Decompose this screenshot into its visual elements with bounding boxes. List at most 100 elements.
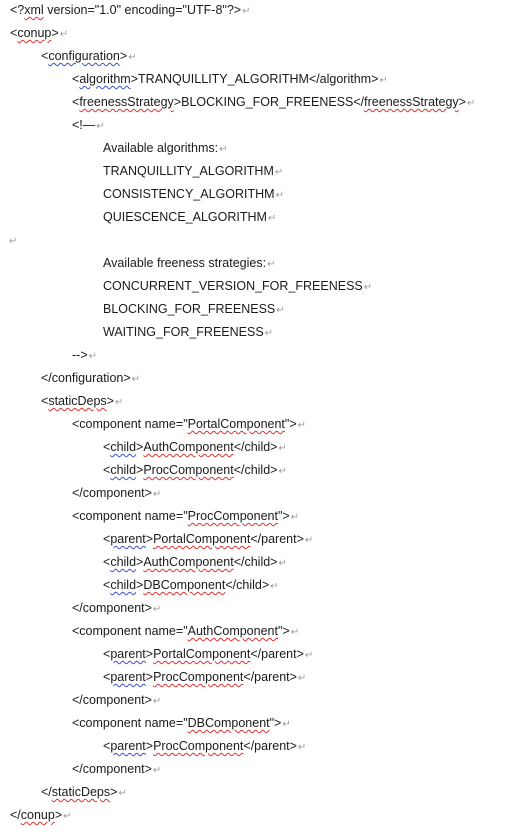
paragraph-mark-icon: ↵ xyxy=(466,98,476,109)
line-text: > xyxy=(51,26,59,40)
spellcheck-word: conup xyxy=(20,808,55,822)
document-line: </configuration>↵ xyxy=(41,369,140,387)
document-line: <conup>↵ xyxy=(10,24,68,42)
line-text: TRANQUILLITY_ALGORITHM xyxy=(103,164,274,178)
spellcheck-word: child xyxy=(110,555,137,569)
paragraph-mark-icon: ↵ xyxy=(278,466,287,477)
line-text: > xyxy=(145,739,154,753)
paragraph-mark-icon: ↵ xyxy=(297,742,307,753)
document-line: </component>↵ xyxy=(72,760,161,778)
line-text: > xyxy=(110,785,118,799)
paragraph-mark-icon: ↵ xyxy=(278,443,287,454)
line-text: QUIESCENCE_ALGORITHM xyxy=(103,210,267,224)
line-text: <? xyxy=(10,3,25,17)
paragraph-mark-icon: ↵ xyxy=(290,627,300,638)
spellcheck-word: freenessStrategy xyxy=(79,95,174,109)
paragraph-mark-icon: ↵ xyxy=(152,696,162,707)
document-line: <parent>PortalComponent</parent>↵ xyxy=(103,530,313,548)
line-text: "> xyxy=(277,509,290,523)
line-text: </parent> xyxy=(243,670,297,684)
document-line: TRANQUILLITY_ALGORITHM↵ xyxy=(103,162,283,180)
paragraph-mark-icon: ↵ xyxy=(379,75,388,86)
paragraph-mark-icon: ↵ xyxy=(275,190,284,201)
spellcheck-word: child xyxy=(110,578,137,592)
spellcheck-word: PortalComponent xyxy=(187,417,285,431)
spellcheck-word: algorithm xyxy=(79,72,131,86)
document-line: <parent>ProcComponent</parent>↵ xyxy=(103,668,306,686)
paragraph-mark-icon: ↵ xyxy=(63,811,72,822)
spellcheck-word: AuthComponent xyxy=(187,624,278,638)
line-text: </component> xyxy=(72,601,152,615)
document-line: <freenessStrategy>BLOCKING_FOR_FREENESS<… xyxy=(72,93,475,111)
line-text: </parent> xyxy=(250,647,304,661)
paragraph-mark-icon: ↵ xyxy=(304,650,314,661)
paragraph-mark-icon: ↵ xyxy=(219,144,228,155)
document-line: </component>↵ xyxy=(72,484,161,502)
spellcheck-word: AuthComponent xyxy=(143,440,234,454)
line-text: <component name=" xyxy=(72,624,188,638)
document-line: <child>DBComponent</child>↵ xyxy=(103,576,279,594)
paragraph-mark-icon: ↵ xyxy=(59,29,69,40)
line-text: --> xyxy=(72,348,88,362)
spellcheck-word: child xyxy=(110,440,137,454)
paragraph-mark-icon: ↵ xyxy=(297,673,307,684)
paragraph-mark-icon: ↵ xyxy=(267,213,277,224)
document-line: <!—↵ xyxy=(72,116,105,134)
spellcheck-word: AuthComponent xyxy=(143,555,234,569)
line-text: </child> xyxy=(233,440,278,454)
spellcheck-word: staticDeps xyxy=(51,785,111,799)
spellcheck-word: ProcComponent xyxy=(187,509,278,523)
line-text: </child> xyxy=(233,463,278,477)
spellcheck-word: DBComponent xyxy=(143,578,226,592)
paragraph-mark-icon: ↵ xyxy=(267,259,276,270)
line-text: >BLOCKING_FOR_FREENESS</ xyxy=(173,95,365,109)
line-text: > xyxy=(458,95,466,109)
spellcheck-word: ProcComponent xyxy=(153,739,244,753)
document-line: -->↵ xyxy=(72,346,97,364)
paragraph-mark-icon: ↵ xyxy=(363,282,373,293)
paragraph-mark-icon: ↵ xyxy=(278,558,287,569)
document-line: <child>ProcComponent</child>↵ xyxy=(103,461,287,479)
spellcheck-word: parent xyxy=(110,739,146,753)
line-text: Available algorithms: xyxy=(103,141,219,155)
spellcheck-word: PortalComponent xyxy=(153,647,251,661)
document-line: CONCURRENT_VERSION_FOR_FREENESS↵ xyxy=(103,277,372,295)
paragraph-mark-icon: ↵ xyxy=(9,236,18,247)
document-line: Available algorithms:↵ xyxy=(103,139,228,157)
spellcheck-word: xml xyxy=(24,3,44,17)
paragraph-mark-icon: ↵ xyxy=(290,512,300,523)
line-text: "> xyxy=(269,716,282,730)
line-text: <component name=" xyxy=(72,716,188,730)
spellcheck-word: parent xyxy=(110,532,146,546)
paragraph-mark-icon: ↵ xyxy=(152,604,162,615)
document-line: <?xml version="1.0" encoding="UTF-8"?>↵ xyxy=(10,1,250,19)
line-text: > xyxy=(145,532,154,546)
line-text: > xyxy=(145,647,154,661)
spellcheck-word: conup xyxy=(17,26,52,40)
paragraph-mark-icon: ↵ xyxy=(118,788,127,799)
document-line: <child>AuthComponent</child>↵ xyxy=(103,438,287,456)
paragraph-mark-icon: ↵ xyxy=(297,420,307,431)
line-text: BLOCKING_FOR_FREENESS xyxy=(103,302,276,316)
line-text: </component> xyxy=(72,486,152,500)
line-text: </child> xyxy=(233,555,278,569)
line-text: Available freeness strategies: xyxy=(103,256,267,270)
line-text: </component> xyxy=(72,762,152,776)
line-text: > xyxy=(106,394,114,408)
spellcheck-word: parent xyxy=(110,670,146,684)
line-text: </ xyxy=(41,785,52,799)
spellcheck-word: ProcComponent xyxy=(153,670,244,684)
line-text: "> xyxy=(277,624,290,638)
document-line: WAITING_FOR_FREENESS↵ xyxy=(103,323,273,341)
spellcheck-word: child xyxy=(110,463,137,477)
paragraph-mark-icon: ↵ xyxy=(276,305,285,316)
document-line: </component>↵ xyxy=(72,691,161,709)
paragraph-mark-icon: ↵ xyxy=(304,535,314,546)
line-text: version="1.0" encoding="UTF-8"?> xyxy=(43,3,242,17)
document-page: <?xml version="1.0" encoding="UTF-8"?>↵ <… xyxy=(0,0,518,832)
document-line: QUIESCENCE_ALGORITHM↵ xyxy=(103,208,276,226)
spellcheck-word: DBComponent xyxy=(187,716,270,730)
spellcheck-word: parent xyxy=(110,647,146,661)
paragraph-mark-icon: ↵ xyxy=(131,374,141,385)
line-text: > xyxy=(119,49,128,63)
